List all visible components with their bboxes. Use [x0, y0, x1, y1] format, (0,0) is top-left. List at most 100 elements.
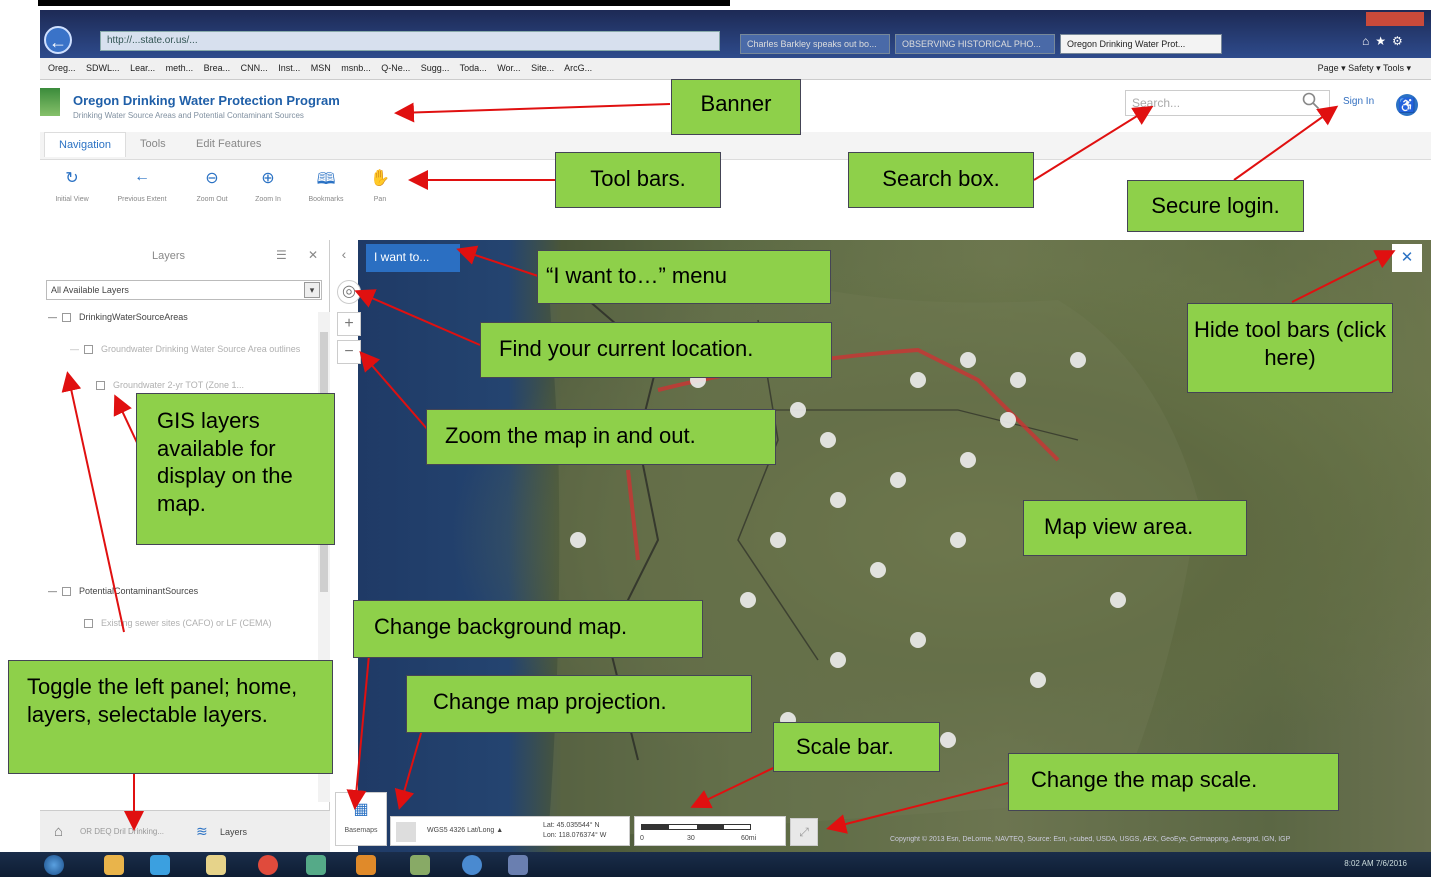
favorite-link[interactable]: Oreg...: [48, 63, 76, 73]
home-star-gear-icons[interactable]: ⌂★⚙: [1362, 34, 1409, 48]
callout-iwant: “I want to…” menu: [537, 250, 831, 304]
chevron-down-icon[interactable]: ▾: [304, 282, 320, 298]
favorite-link[interactable]: Lear...: [130, 63, 155, 73]
i-want-to-menu[interactable]: I want to...: [366, 244, 460, 272]
favorite-link[interactable]: Inst...: [278, 63, 300, 73]
favorite-link[interactable]: CNN...: [241, 63, 268, 73]
logo: [40, 88, 60, 116]
initial-view-button[interactable]: ↻ Initial View: [42, 168, 102, 203]
callout-map-view: Map view area.: [1023, 500, 1247, 556]
tab-tools[interactable]: Tools: [140, 138, 166, 150]
layer-item[interactable]: Existing sewer sites (CAFO) or LF (CEMA): [84, 618, 272, 629]
window-controls[interactable]: [1366, 12, 1424, 26]
change-scale-button[interactable]: ⤢: [790, 818, 818, 846]
bookmarks-button[interactable]: 🕮 Bookmarks: [296, 168, 356, 203]
callout-scale-bar: Scale bar.: [773, 722, 940, 772]
media-icon[interactable]: [356, 855, 376, 875]
menu-icon[interactable]: ☰: [276, 248, 287, 262]
longitude-readout: Lon: 118.076374° W: [543, 832, 607, 839]
browser-tab-active[interactable]: Oregon Drinking Water Prot...: [1060, 34, 1222, 54]
favorite-link[interactable]: ArcG...: [564, 63, 592, 73]
previous-extent-button[interactable]: ← Previous Extent: [112, 168, 172, 203]
projection-icon[interactable]: [396, 822, 416, 842]
callout-hide-toolbars: Hide tool bars (click here): [1187, 303, 1393, 393]
projection-bar[interactable]: WGS5 4326 Lat/Long ▲ Lat: 45.035544° N L…: [390, 816, 630, 846]
screenshot-root: ← http://...state.or.us/... Charles Bark…: [0, 0, 1431, 877]
layer-checkbox[interactable]: [84, 345, 94, 355]
zoom-in-button[interactable]: ⊕ Zoom In: [238, 168, 298, 203]
callout-background-map: Change background map.: [353, 600, 703, 658]
sign-in-link[interactable]: Sign In: [1343, 96, 1374, 107]
back-arrow-icon: ←: [134, 168, 150, 185]
favorite-link[interactable]: Q-Ne...: [381, 63, 410, 73]
home-icon[interactable]: ⌂: [54, 823, 63, 840]
favorite-link[interactable]: Wor...: [497, 63, 520, 73]
hide-toolbars-icon[interactable]: ✕: [1392, 244, 1422, 272]
browser-tab-2[interactable]: OBSERVING HISTORICAL PHO...: [895, 34, 1055, 54]
command-bar[interactable]: Page ▾ Safety ▾ Tools ▾: [1318, 63, 1411, 74]
close-icon[interactable]: ✕: [308, 248, 318, 262]
ie-icon[interactable]: [150, 855, 170, 875]
start-icon[interactable]: [44, 855, 64, 875]
layer-label: DrinkingWaterSourceAreas: [79, 312, 188, 322]
layer-group-dwsa[interactable]: — DrinkingWaterSourceAreas: [48, 312, 188, 323]
app-title: Oregon Drinking Water Protection Program: [73, 93, 340, 108]
locate-icon[interactable]: ◎: [337, 280, 361, 304]
favorite-link[interactable]: Site...: [531, 63, 554, 73]
layer-filter-select[interactable]: All Available Layers ▾: [46, 280, 322, 300]
tab-edit-features[interactable]: Edit Features: [196, 138, 261, 150]
layer-checkbox[interactable]: [62, 587, 72, 597]
zoom-out-button[interactable]: ⊖ Zoom Out: [182, 168, 242, 203]
layer-group-pcs[interactable]: — PotentialContaminantSources: [48, 586, 199, 597]
tab-navigation[interactable]: Navigation: [44, 132, 126, 157]
back-arrow-icon[interactable]: ←: [44, 26, 72, 54]
folder-icon[interactable]: [206, 855, 226, 875]
search-icon[interactable]: [1302, 92, 1320, 110]
wkid-label[interactable]: WGS5 4326 Lat/Long ▲: [427, 827, 503, 834]
latitude-readout: Lat: 45.035544° N: [543, 822, 600, 829]
explorer-icon[interactable]: [104, 855, 124, 875]
layer-item[interactable]: — Groundwater Drinking Water Source Area…: [70, 344, 300, 355]
layer-item[interactable]: Groundwater 2-yr TOT (Zone 1...: [96, 380, 244, 391]
minus-icon: ⊖: [205, 170, 219, 187]
zoom-in-icon[interactable]: +: [337, 312, 361, 336]
clock[interactable]: 8:02 AM 7/6/2016: [1344, 859, 1407, 868]
favorite-link[interactable]: Sugg...: [421, 63, 450, 73]
zoom-out-icon[interactable]: −: [337, 340, 361, 364]
app-icon[interactable]: [306, 855, 326, 875]
footer-layers-label[interactable]: Layers: [220, 827, 247, 837]
panel-footer: ⌂ OR DEQ Dril Drinking... ≋ Layers: [40, 810, 330, 852]
search-input[interactable]: Search...: [1125, 90, 1330, 116]
tool-label: Bookmarks: [308, 196, 344, 203]
chrome-icon[interactable]: [258, 855, 278, 875]
address-bar[interactable]: http://...state.or.us/...: [100, 31, 720, 51]
app-icon[interactable]: [508, 855, 528, 875]
favorite-link[interactable]: Brea...: [204, 63, 231, 73]
browser-tab-1[interactable]: Charles Barkley speaks out bo...: [740, 34, 890, 54]
taskbar: 8:02 AM 7/6/2016: [0, 852, 1431, 877]
layers-icon[interactable]: ≋: [196, 823, 208, 840]
favorite-link[interactable]: Toda...: [460, 63, 487, 73]
scale-bar: 0 30 60mi: [634, 816, 786, 846]
favorite-link[interactable]: MSN: [311, 63, 331, 73]
scale-label: 0: [640, 835, 644, 842]
app-icon[interactable]: [462, 855, 482, 875]
layer-checkbox[interactable]: [84, 619, 93, 629]
favorites-bar: Oreg... SDWL... Lear... meth... Brea... …: [40, 58, 1431, 80]
layer-filter-value: All Available Layers: [51, 285, 129, 295]
favorite-link[interactable]: meth...: [166, 63, 194, 73]
basemaps-button[interactable]: ▦ Basemaps: [335, 792, 387, 846]
accessibility-icon[interactable]: ♿: [1396, 94, 1418, 116]
layer-checkbox[interactable]: [96, 381, 105, 391]
favorite-link[interactable]: msnb...: [341, 63, 371, 73]
toolbar-tabs: Navigation Tools Edit Features: [40, 132, 1431, 160]
app-icon[interactable]: [410, 855, 430, 875]
favorite-link[interactable]: SDWL...: [86, 63, 120, 73]
collapse-panel-chevron-icon[interactable]: ‹: [330, 240, 358, 268]
pan-button[interactable]: ✋ Pan: [350, 168, 410, 203]
footer-home-label[interactable]: OR DEQ Dril Drinking...: [80, 827, 164, 836]
layer-checkbox[interactable]: [62, 313, 72, 323]
basemaps-label: Basemaps: [344, 827, 378, 834]
layer-label: PotentialContaminantSources: [79, 586, 199, 596]
callout-map-scale: Change the map scale.: [1008, 753, 1339, 811]
